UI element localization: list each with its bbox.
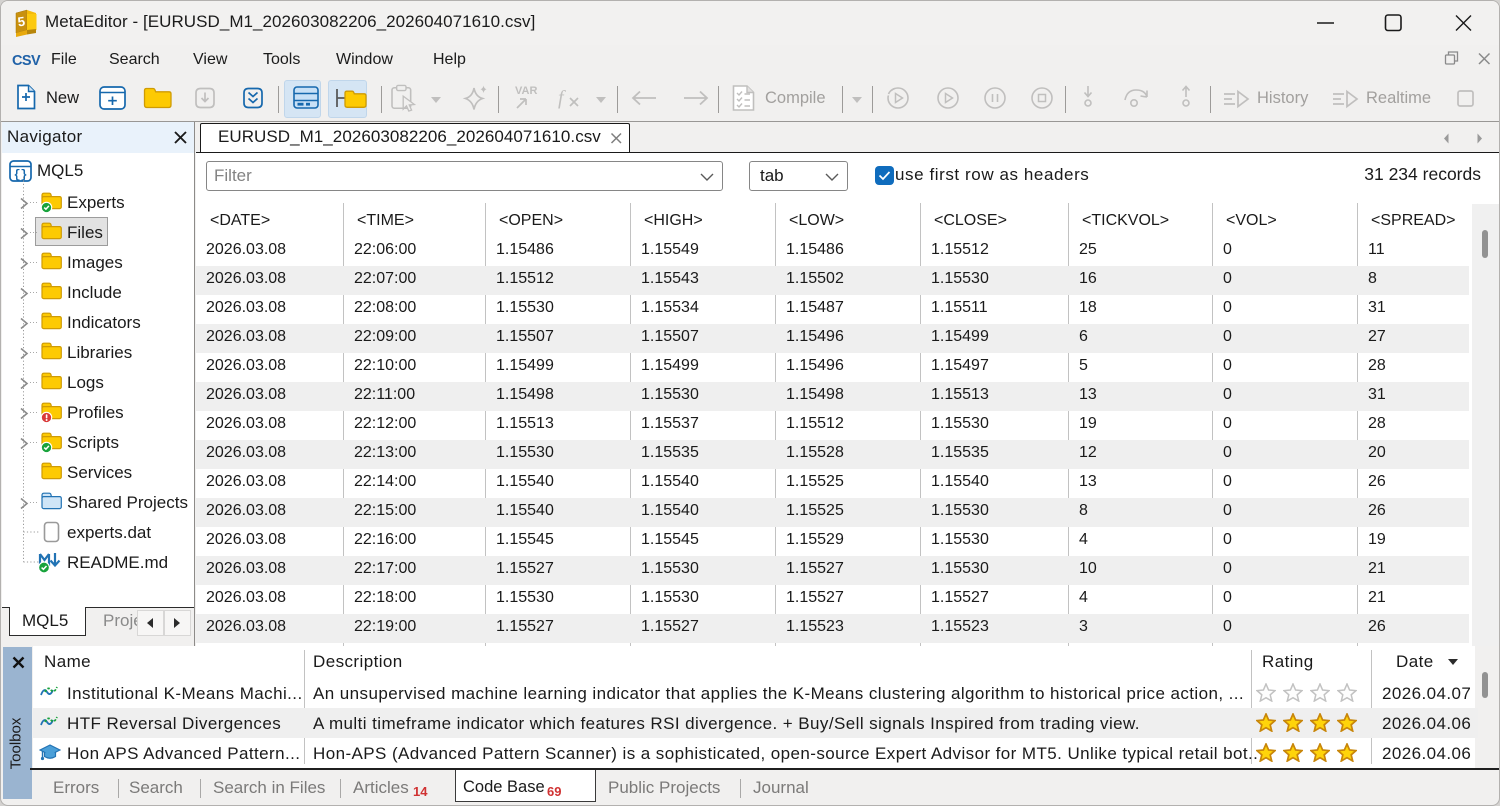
svg-text:f: f bbox=[558, 87, 566, 109]
svg-text:VAR: VAR bbox=[515, 85, 537, 97]
